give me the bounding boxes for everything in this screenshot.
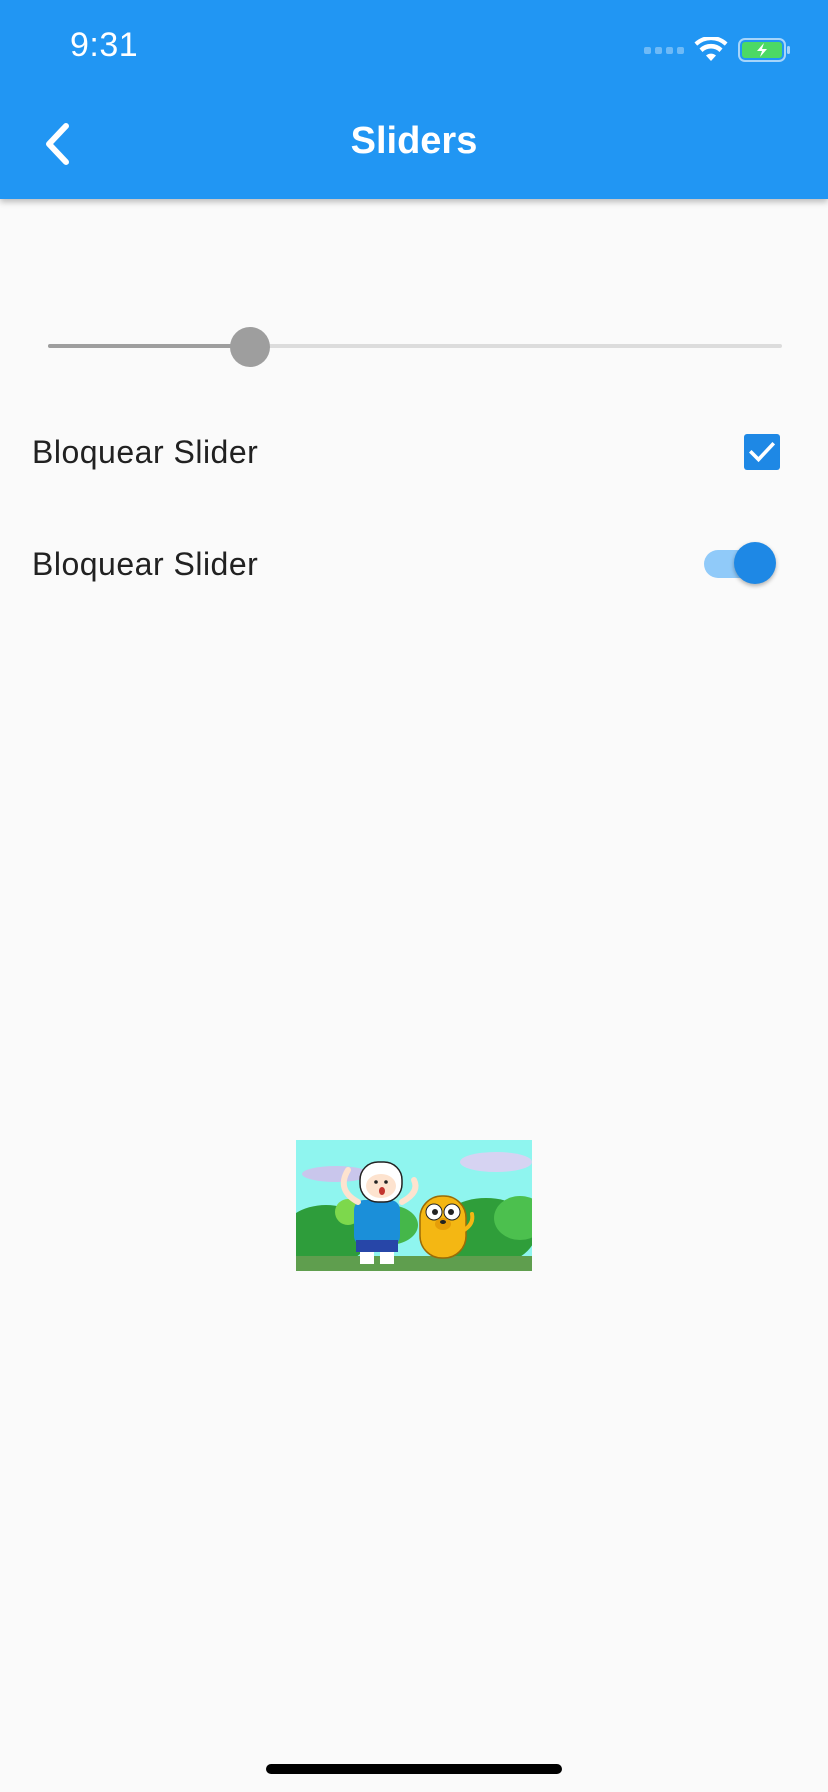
checkbox-label: Bloquear Slider	[32, 433, 259, 470]
checkbox-list-tile[interactable]: Bloquear Slider	[32, 422, 788, 482]
battery-charging-icon	[738, 38, 790, 62]
cellular-signal-icon	[644, 46, 684, 54]
slider-thumb[interactable]	[230, 327, 270, 367]
lock-slider-switch[interactable]	[702, 542, 778, 586]
value-slider[interactable]	[48, 322, 782, 372]
switch-thumb	[734, 542, 776, 584]
checkmark-icon	[749, 441, 775, 463]
lock-slider-checkbox[interactable]	[744, 434, 780, 470]
cartoon-image	[296, 1140, 532, 1271]
status-icons	[644, 30, 792, 70]
switch-label: Bloquear Slider	[32, 545, 259, 582]
home-indicator	[266, 1764, 562, 1774]
switch-list-tile[interactable]: Bloquear Slider	[32, 534, 788, 594]
slider-active-track	[48, 344, 250, 348]
app-bar: 9:31 Sliders	[0, 0, 828, 199]
page-title: Sliders	[350, 120, 478, 162]
wifi-icon	[694, 37, 728, 61]
status-time: 9:31	[70, 26, 139, 64]
